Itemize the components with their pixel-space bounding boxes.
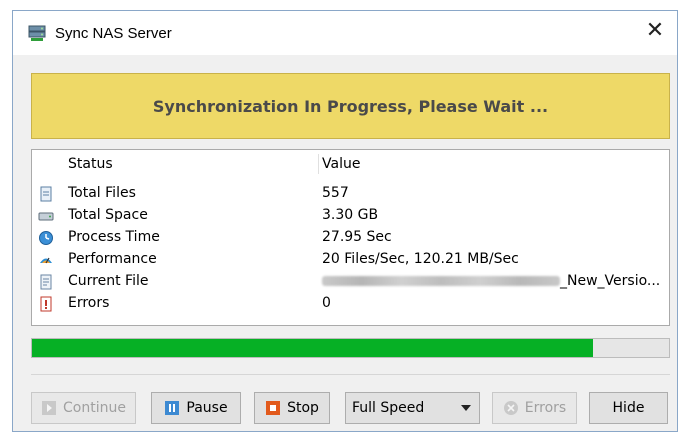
row-status: Total Space [68,207,148,223]
progress-fill [32,339,593,357]
hide-button[interactable]: Hide [589,392,668,424]
row-value: 557 [322,185,349,201]
errors-button[interactable]: Errors [492,392,577,424]
status-list[interactable]: Status Value Total Files 557 Total Space… [31,149,670,326]
close-button[interactable]: ✕ [643,19,667,43]
row-status: Process Time [68,229,160,245]
speed-select[interactable]: Full Speed [345,392,480,424]
speed-value: Full Speed [352,400,425,416]
row-status: Performance [68,251,157,267]
hide-label: Hide [612,400,645,416]
pause-icon [165,401,180,415]
row-value: 20 Files/Sec, 120.21 MB/Sec [322,251,519,267]
row-value: 27.95 Sec [322,229,392,245]
row-status: Total Files [68,185,136,201]
continue-label: Continue [63,400,126,416]
clock-icon [39,231,53,245]
list-row-errors[interactable]: Errors 0 [32,294,669,316]
file-icon [40,186,52,202]
list-row-total-files[interactable]: Total Files 557 [32,184,669,206]
chevron-down-icon [461,405,471,411]
banner-text: Synchronization In Progress, Please Wait… [152,96,549,116]
error-circle-icon [503,401,518,415]
pause-label: Pause [186,400,228,416]
performance-icon [40,257,52,264]
drive-icon [38,212,54,221]
list-row-current-file[interactable]: Current File _New_Versio... [32,272,669,294]
divider [31,374,670,375]
list-row-total-space[interactable]: Total Space 3.30 GB [32,206,669,228]
list-row-performance[interactable]: Performance 20 Files/Sec, 120.21 MB/Sec [32,250,669,272]
nas-server-icon [28,25,46,41]
stop-button[interactable]: Stop [254,392,330,424]
row-status: Errors [68,295,110,311]
errors-label: Errors [524,400,567,416]
row-value: 0 [322,295,331,311]
sync-dialog: Sync NAS Server ✕ Synchronization In Pro… [12,10,678,432]
stop-icon [266,401,281,415]
redacted-path [322,276,560,286]
continue-button[interactable]: Continue [31,392,136,424]
list-header: Status Value [32,150,669,178]
row-value: _New_Versio... [322,273,660,289]
window-title: Sync NAS Server [55,25,172,42]
column-divider [318,154,319,174]
title-bar: Sync NAS Server ✕ [13,11,677,55]
play-icon [42,401,57,415]
pause-button[interactable]: Pause [151,392,241,424]
list-row-process-time[interactable]: Process Time 27.95 Sec [32,228,669,250]
error-icon [40,296,52,312]
sync-progress-bar [31,338,670,358]
stop-label: Stop [287,400,319,416]
current-file-name: _New_Versio... [560,273,661,289]
status-banner: Synchronization In Progress, Please Wait… [31,73,670,139]
row-status: Current File [68,273,149,289]
column-header-status[interactable]: Status [68,156,113,172]
column-header-value[interactable]: Value [322,156,360,172]
row-value: 3.30 GB [322,207,379,223]
current-file-icon [40,274,52,290]
